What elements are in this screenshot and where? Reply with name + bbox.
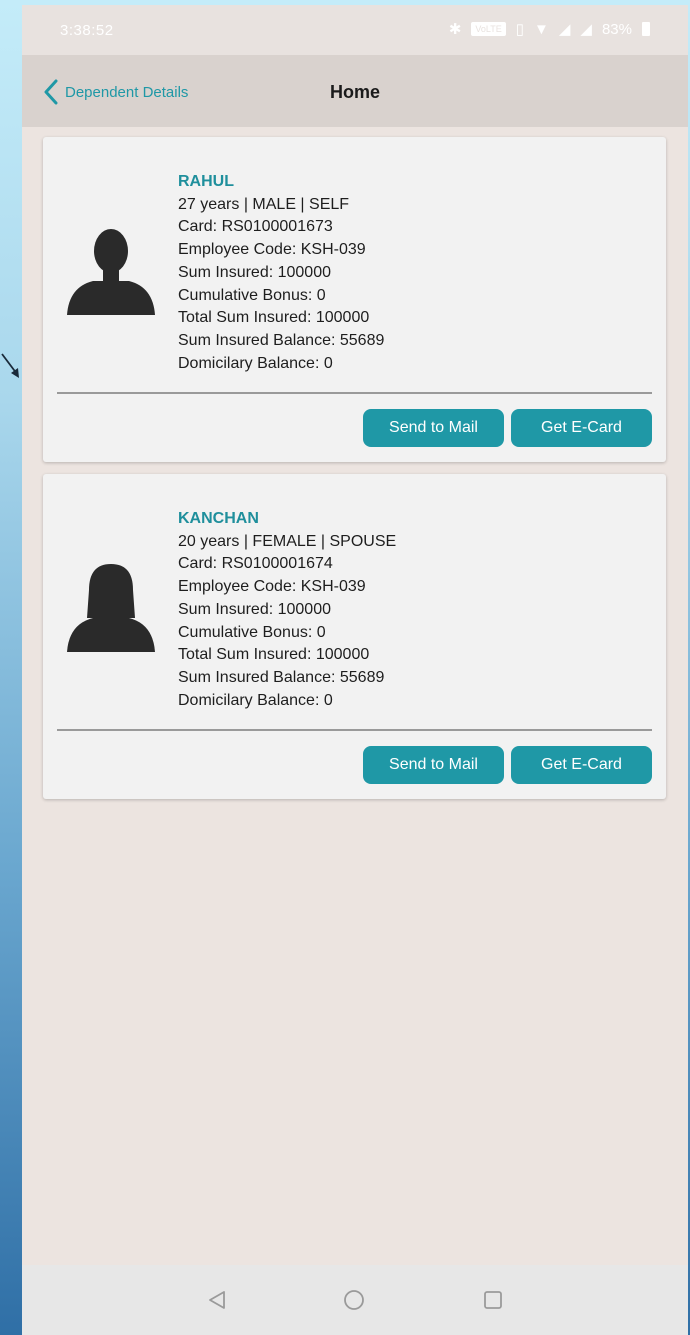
member-sum-insured-balance: Sum Insured Balance: 55689	[178, 668, 385, 686]
member-total-sum-insured: Total Sum Insured: 100000	[178, 646, 370, 664]
member-cumulative-bonus: Cumulative Bonus: 0	[178, 286, 326, 304]
card-divider	[57, 729, 652, 731]
back-triangle-icon[interactable]	[206, 1289, 228, 1311]
bluetooth-icon: ✱	[448, 21, 462, 38]
member-total-sum-insured: Total Sum Insured: 100000	[178, 309, 370, 327]
member-cumulative-bonus: Cumulative Bonus: 0	[178, 623, 326, 641]
member-info: RAHUL 27 years | MALE | SELF Card: RS010…	[178, 171, 384, 375]
get-e-card-button[interactable]: Get E-Card	[511, 409, 652, 447]
signal-icon-2: ◢	[580, 21, 592, 38]
member-domiciliary-balance: Domicilary Balance: 0	[178, 354, 333, 372]
wifi-icon: ▼	[534, 20, 549, 38]
battery-icon	[642, 22, 650, 36]
female-avatar-icon	[67, 564, 155, 652]
member-name: KANCHAN	[178, 510, 259, 527]
member-sum-insured: Sum Insured: 100000	[178, 600, 331, 618]
member-name: RAHUL	[178, 173, 234, 190]
vibrate-icon: ▯	[515, 21, 525, 38]
battery-percent: 83%	[601, 20, 632, 38]
volte-chip: VoLTE	[471, 22, 506, 36]
member-card: KANCHAN 20 years | FEMALE | SPOUSE Card:…	[43, 474, 666, 799]
status-bar: 3:38:52 ✱ VoLTE ▯ ▼ ◢ ◢ 83%	[22, 5, 688, 55]
card-divider	[57, 392, 652, 394]
recents-square-icon[interactable]	[482, 1289, 504, 1311]
member-sum-insured: Sum Insured: 100000	[178, 263, 331, 281]
page-title: Home	[329, 82, 380, 102]
member-card: RAHUL 27 years | MALE | SELF Card: RS010…	[43, 137, 666, 462]
system-nav-bar	[22, 1265, 688, 1335]
member-demographics: 20 years | FEMALE | SPOUSE	[178, 532, 397, 550]
member-domiciliary-balance: Domicilary Balance: 0	[178, 691, 333, 709]
status-time: 3:38:52	[60, 22, 114, 39]
annotation-arrow-icon	[1, 353, 19, 378]
member-card-number: Card: RS0100001673	[178, 218, 333, 236]
member-employee-code: Employee Code: KSH-039	[178, 241, 366, 259]
member-employee-code: Employee Code: KSH-039	[178, 578, 366, 596]
member-info: KANCHAN 20 years | FEMALE | SPOUSE Card:…	[178, 508, 396, 712]
status-icons: ✱ VoLTE ▯ ▼ ◢ ◢ 83%	[449, 20, 650, 38]
member-card-number: Card: RS0100001674	[178, 555, 333, 573]
home-circle-icon[interactable]	[343, 1289, 365, 1311]
member-demographics: 27 years | MALE | SELF	[178, 195, 350, 213]
send-to-mail-button[interactable]: Send to Mail	[363, 746, 504, 784]
phone-screen: 3:38:52 ✱ VoLTE ▯ ▼ ◢ ◢ 83% Dependent De…	[22, 5, 688, 1335]
male-avatar-icon	[67, 229, 155, 315]
app-header: Dependent Details Home	[22, 55, 688, 127]
send-to-mail-button[interactable]: Send to Mail	[363, 409, 504, 447]
get-e-card-button[interactable]: Get E-Card	[511, 746, 652, 784]
member-sum-insured-balance: Sum Insured Balance: 55689	[178, 331, 385, 349]
signal-icon: ◢	[558, 21, 571, 38]
